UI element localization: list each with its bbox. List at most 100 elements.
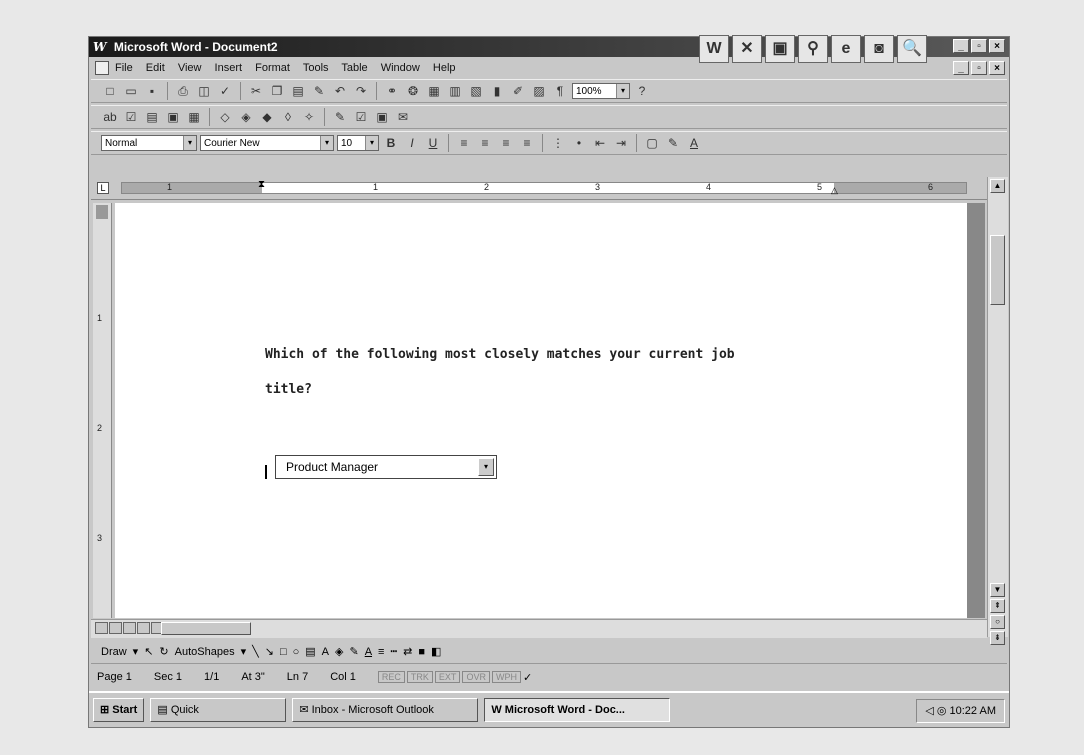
right-indent-marker[interactable]: △ (831, 185, 838, 196)
justify-icon[interactable]: ≡ (518, 134, 536, 152)
checkbox-form-field-icon[interactable]: ☑ (122, 108, 140, 126)
line-icon[interactable]: ╲ (252, 645, 259, 658)
draw-menu[interactable]: Draw (101, 646, 127, 658)
macro-icon[interactable]: ✧ (300, 108, 318, 126)
volume-icon[interactable]: ◁ (925, 705, 933, 717)
dash-style-icon[interactable]: ┅ (390, 645, 397, 658)
highlight-icon[interactable]: ✎ (331, 108, 349, 126)
font-color-icon[interactable]: A (685, 134, 703, 152)
document-icon[interactable] (95, 61, 109, 75)
paste-icon[interactable]: ▤ (289, 82, 307, 100)
document-page[interactable] (115, 203, 967, 618)
show-hide-icon[interactable]: ¶ (551, 82, 569, 100)
insert-table-icon[interactable]: ▥ (446, 82, 464, 100)
chevron-down-icon[interactable]: ▾ (320, 136, 333, 150)
web-layout-view-button[interactable] (109, 622, 122, 634)
font-size-combo[interactable]: 10 ▾ (337, 135, 379, 151)
arrow-style-icon[interactable]: ⇄ (403, 645, 412, 658)
zoom-combo[interactable]: 100% ▾ (572, 83, 630, 99)
wordart-icon[interactable]: A (322, 646, 329, 658)
spelling-icon[interactable]: ✓ (216, 82, 234, 100)
line-style-icon[interactable]: ≡ (378, 646, 384, 658)
status-trk[interactable]: TRK (406, 671, 433, 683)
tab-selector[interactable]: L (97, 182, 109, 194)
normal-view-button[interactable] (95, 622, 108, 634)
fill-color-icon[interactable]: ◈ (335, 645, 343, 658)
clock[interactable]: 10:22 AM (950, 705, 996, 717)
email-icon[interactable]: ✉ (394, 108, 412, 126)
insert-excel-icon[interactable]: ▧ (467, 82, 485, 100)
style-combo[interactable]: Normal ▾ (101, 135, 197, 151)
help-icon[interactable]: ? (633, 82, 651, 100)
bullets-icon[interactable]: • (570, 134, 588, 152)
draw-table-icon[interactable]: ▦ (185, 108, 203, 126)
underline-icon[interactable]: U (424, 134, 442, 152)
doc-restore-button[interactable]: ▫ (971, 61, 987, 75)
status-wph[interactable]: WPH (491, 671, 521, 683)
chevron-down-icon[interactable]: ▾ (478, 458, 494, 476)
select-browse-object-button[interactable]: ○ (990, 615, 1005, 629)
free-rotate-icon[interactable]: ↻ (159, 645, 168, 658)
previous-page-button[interactable]: ⇞ (990, 599, 1005, 613)
columns-icon[interactable]: ▮ (488, 82, 506, 100)
format-painter-icon[interactable]: ✎ (310, 82, 328, 100)
horizontal-scroll-thumb[interactable] (161, 622, 251, 635)
menu-view[interactable]: View (178, 62, 202, 74)
borders-icon[interactable]: ▢ (643, 134, 661, 152)
reset-fields-icon[interactable]: ◊ (279, 108, 297, 126)
status-ovr[interactable]: OVR (462, 671, 490, 683)
job-title-dropdown[interactable]: Product Manager ▾ (275, 455, 497, 479)
print-layout-view-button[interactable] (123, 622, 136, 634)
scroll-down-button[interactable]: ▼ (990, 583, 1005, 597)
print-icon[interactable]: ⎙ (174, 82, 192, 100)
arrow-icon[interactable]: ↘ (265, 645, 274, 658)
menu-edit[interactable]: Edit (146, 62, 165, 74)
start-button[interactable]: ⊞ Start (93, 698, 145, 722)
close-button[interactable]: × (989, 39, 1005, 53)
align-center-icon[interactable]: ≡ (476, 134, 494, 152)
highlight-color-icon[interactable]: ✎ (664, 134, 682, 152)
web-toolbar-icon[interactable]: ❂ (404, 82, 422, 100)
form-field-options-icon[interactable]: ▣ (164, 108, 182, 126)
increase-indent-icon[interactable]: ⇥ (612, 134, 630, 152)
autoshapes-menu[interactable]: AutoShapes (175, 646, 235, 658)
tables-borders-icon[interactable]: ▦ (425, 82, 443, 100)
vertical-scroll-thumb[interactable] (990, 235, 1005, 305)
select-objects-icon[interactable]: ↖ (144, 645, 153, 658)
text-box-icon[interactable]: ▤ (305, 645, 315, 658)
outlook-task-button[interactable]: ✉ Inbox - Microsoft Outlook (292, 698, 479, 722)
italic-icon[interactable]: I (403, 134, 421, 152)
dropdown-form-field-icon[interactable]: ▤ (143, 108, 161, 126)
font-color-icon[interactable]: A (365, 646, 372, 658)
copy-icon[interactable]: ❐ (268, 82, 286, 100)
new-icon[interactable]: □ (101, 82, 119, 100)
insert-frame-icon[interactable]: ◇ (216, 108, 234, 126)
cut-icon[interactable]: ✂ (247, 82, 265, 100)
doc-minimize-button[interactable]: _ (953, 61, 969, 75)
web-page-icon[interactable]: ▣ (373, 108, 391, 126)
menu-file[interactable]: File (115, 62, 133, 74)
word-task-button[interactable]: W Microsoft Word - Doc... (484, 698, 671, 722)
scroll-up-button[interactable]: ▲ (990, 179, 1005, 193)
horizontal-scrollbar[interactable] (91, 619, 987, 638)
minimize-button[interactable]: _ (953, 39, 969, 53)
open-icon[interactable]: ▭ (122, 82, 140, 100)
line-color-icon[interactable]: ✎ (349, 645, 358, 658)
menu-window[interactable]: Window (381, 62, 420, 74)
oval-icon[interactable]: ○ (293, 646, 300, 658)
align-right-icon[interactable]: ≡ (497, 134, 515, 152)
quick-launch-button[interactable]: ▤ Quick (150, 698, 287, 722)
protect-form-icon[interactable]: ◆ (258, 108, 276, 126)
vertical-scrollbar[interactable]: ▲ ▼ ⇞ ○ ⇟ (987, 177, 1008, 645)
bold-icon[interactable]: B (382, 134, 400, 152)
menu-insert[interactable]: Insert (215, 62, 243, 74)
maximize-button[interactable]: ▫ (971, 39, 987, 53)
menu-format[interactable]: Format (255, 62, 290, 74)
decrease-indent-icon[interactable]: ⇤ (591, 134, 609, 152)
undo-icon[interactable]: ↶ (331, 82, 349, 100)
font-combo[interactable]: Courier New ▾ (200, 135, 334, 151)
status-ext[interactable]: EXT (434, 671, 461, 683)
form-shading-icon[interactable]: ◈ (237, 108, 255, 126)
hyperlink-icon[interactable]: ⚭ (383, 82, 401, 100)
shadow-icon[interactable]: ■ (418, 646, 425, 658)
